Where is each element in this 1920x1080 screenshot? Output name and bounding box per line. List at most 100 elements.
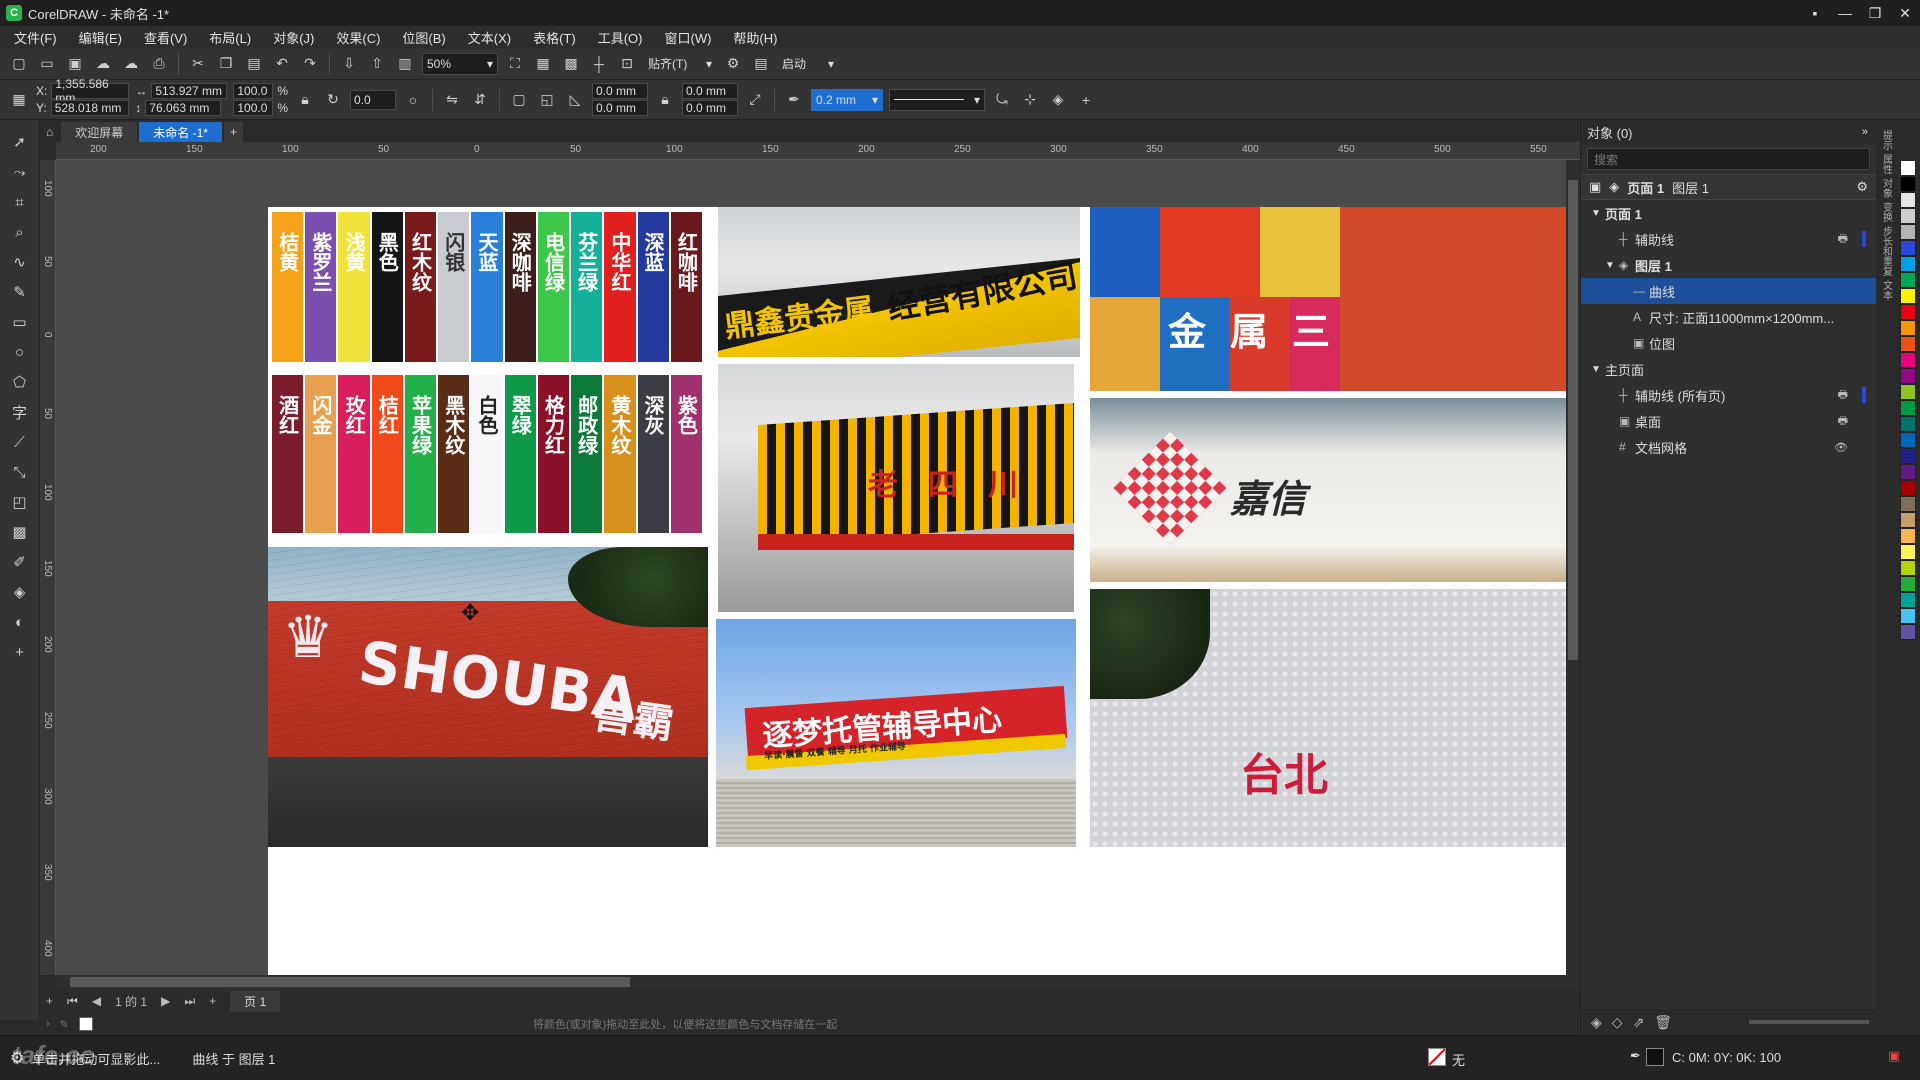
palette-swatch[interactable] (1900, 320, 1916, 336)
text-tool-icon[interactable]: 字 (7, 400, 33, 424)
arrange-icon[interactable]: ◈ (1047, 89, 1069, 111)
undo-icon[interactable]: ↶ (271, 53, 293, 75)
tree-item[interactable]: ▼ ◈ 图层 1 (1581, 252, 1876, 278)
new-layer-icon[interactable]: ◈ (1591, 1014, 1602, 1031)
layer-stack-icon[interactable]: ◈ (1609, 179, 1619, 195)
palette-swatch[interactable] (1900, 432, 1916, 448)
minimize-button[interactable]: — (1830, 0, 1860, 26)
mirror-horizontal-icon[interactable]: ⇋ (441, 89, 463, 111)
palette-swatch[interactable] (1900, 256, 1916, 272)
tab-untitled-1[interactable]: 未命名 -1* (139, 122, 222, 142)
redo-icon[interactable]: ↷ (299, 53, 321, 75)
add-tool-icon[interactable]: + (7, 640, 33, 664)
palette-swatch[interactable] (1900, 624, 1916, 640)
taipei-sign-photo[interactable]: 台北 (1090, 589, 1566, 847)
outline-width-select[interactable]: 0.2 mm ▾ (811, 88, 884, 111)
scale-height-input[interactable]: 100.0 (233, 100, 274, 116)
snap-icon[interactable]: ⊡ (616, 53, 638, 75)
palette-swatch[interactable] (1900, 160, 1916, 176)
tree-item[interactable]: ▣ 桌面 🖶︎ (1581, 408, 1876, 434)
menu-edit[interactable]: 编辑(E) (79, 28, 122, 47)
palette-swatch[interactable] (1900, 336, 1916, 352)
zoom-tool-icon[interactable]: ⌕ (7, 220, 33, 244)
menu-view[interactable]: 查看(V) (144, 28, 187, 47)
side-tab-text[interactable]: 文本 (1879, 280, 1894, 300)
new-tab-button[interactable]: + (223, 122, 243, 142)
import-icon[interactable]: ⇩ (338, 53, 360, 75)
tree-item[interactable]: # 文档网格 👁︎ (1581, 434, 1876, 460)
color-swatch-board[interactable]: 桔黄 紫罗兰 浅黄 黑色 红木纹 闪银 天蓝 深咖啡 电信绿 芬兰绿 中华红 深蓝 红咖啡 酒红 闪金 玫红… (268, 207, 708, 537)
launch-dropdown[interactable]: 启动 ▾ (778, 53, 838, 75)
palette-swatch[interactable] (1900, 480, 1916, 496)
palette-swatch[interactable] (1900, 240, 1916, 256)
side-tab-hints[interactable]: 提示 (1879, 130, 1894, 150)
tree-item[interactable]: A 尺寸: 正面11000mm×1200mm... (1581, 304, 1876, 330)
shape-tool-icon[interactable]: ⤳ (7, 160, 33, 184)
corner-top-left-input[interactable]: 0.0 mm (592, 83, 649, 99)
scale-width-input[interactable]: 100.0 (233, 83, 274, 99)
document-palette[interactable]: › ✎ 将颜色(或对象)拖动至此处，以便将这些颜色与文档存储在一起 (40, 1013, 1580, 1035)
side-tab-step-repeat[interactable]: 步长和重复 (1879, 226, 1894, 276)
corner-top-right-input[interactable]: 0.0 mm (682, 83, 739, 99)
paste-icon[interactable]: ▤ (243, 53, 265, 75)
gear-icon[interactable]: ⚙ (722, 53, 744, 75)
rotate-icon[interactable]: ↻ (322, 89, 344, 111)
palette-swatch[interactable] (1900, 448, 1916, 464)
collapse-docker-icon[interactable]: » (1862, 126, 1868, 138)
mirror-vertical-icon[interactable]: ⇵ (469, 89, 491, 111)
cloud-download-icon[interactable]: ☁ (120, 53, 142, 75)
palette-swatch[interactable] (1900, 192, 1916, 208)
drawing-canvas[interactable]: 桔黄 紫罗兰 浅黄 黑色 红木纹 闪银 天蓝 深咖啡 电信绿 芬兰绿 中华红 深蓝 红咖啡 酒红 闪金 玫红… (56, 160, 1566, 975)
close-button[interactable]: ✕ (1890, 0, 1920, 26)
expand-arrow-icon[interactable]: ▼ (1591, 364, 1605, 375)
polygon-tool-icon[interactable]: ⬠ (7, 370, 33, 394)
artistic-media-icon[interactable]: ✎ (7, 280, 33, 304)
tree-item[interactable]: — 曲线 (1581, 278, 1876, 304)
lock-icon[interactable]: 🖶︎ (1838, 386, 1848, 405)
last-page-icon[interactable]: ⏭ (184, 994, 195, 1009)
lock-ratio-icon[interactable]: 🔒︎ (294, 89, 316, 111)
freehand-tool-icon[interactable]: ∿ (7, 250, 33, 274)
corner-bottom-left-input[interactable]: 0.0 mm (592, 100, 649, 116)
menu-tools[interactable]: 工具(O) (598, 28, 643, 47)
vertical-scrollbar[interactable] (1566, 160, 1580, 975)
tiles-sign-photo[interactable]: 金 属 三 (1090, 207, 1566, 391)
palette-swatch[interactable] (1900, 560, 1916, 576)
page-tab-1[interactable]: 页 1 (230, 990, 281, 1012)
line-style-select[interactable]: ▾ (889, 88, 986, 111)
palette-swatch[interactable] (1900, 544, 1916, 560)
object-origin-icon[interactable]: ▦ (8, 89, 30, 111)
palette-swatch[interactable] (1900, 576, 1916, 592)
interactive-fill-icon[interactable]: ◈ (7, 580, 33, 604)
lock-icon[interactable]: 🖶︎ (1838, 412, 1848, 431)
tree-item[interactable]: ▼ 主页面 (1581, 356, 1876, 382)
palette-swatch[interactable] (1900, 224, 1916, 240)
palette-swatch[interactable] (1900, 608, 1916, 624)
menu-table[interactable]: 表格(T) (533, 28, 576, 47)
tree-item[interactable]: ▣ 位图 (1581, 330, 1876, 356)
rotation-center-icon[interactable]: ○ (402, 89, 424, 111)
new-document-icon[interactable]: ▢ (8, 53, 30, 75)
export-icon[interactable]: ⇧ (366, 53, 388, 75)
lao-sichuan-sign-photo[interactable]: 老四川 (718, 364, 1074, 612)
launch-icon[interactable]: ▤ (750, 53, 772, 75)
new-master-layer-icon[interactable]: ◇ (1612, 1014, 1623, 1031)
chamfer-corner-icon[interactable]: ◺ (564, 89, 586, 111)
tab-welcome-screen[interactable]: 欢迎屏幕 (61, 122, 138, 142)
page-1[interactable]: 桔黄 紫罗兰 浅黄 黑色 红木纹 闪银 天蓝 深咖啡 电信绿 芬兰绿 中华红 深蓝 红咖啡 酒红 闪金 玫红… (268, 207, 1566, 975)
rulers-icon[interactable]: ▦ (532, 53, 554, 75)
open-folder-icon[interactable]: ▭ (36, 53, 58, 75)
vertical-scroll-thumb[interactable] (1568, 180, 1578, 660)
palette-swatch[interactable] (1900, 496, 1916, 512)
palette-swatch[interactable] (1900, 512, 1916, 528)
palette-swatch[interactable] (1900, 464, 1916, 480)
palette-swatch[interactable] (1900, 272, 1916, 288)
rotation-input[interactable]: 0.0 (350, 89, 397, 110)
vertical-ruler[interactable]: 100 50 0 50 100 150 200 250 300 350 400 (40, 160, 56, 975)
menu-text[interactable]: 文本(X) (468, 28, 511, 47)
palette-arrow-icon[interactable]: › (46, 1018, 50, 1030)
transparency-icon[interactable]: ▩ (7, 520, 33, 544)
add-page-after-button[interactable]: + (209, 994, 216, 1008)
cut-icon[interactable]: ✂ (187, 53, 209, 75)
palette-swatch[interactable] (1900, 400, 1916, 416)
